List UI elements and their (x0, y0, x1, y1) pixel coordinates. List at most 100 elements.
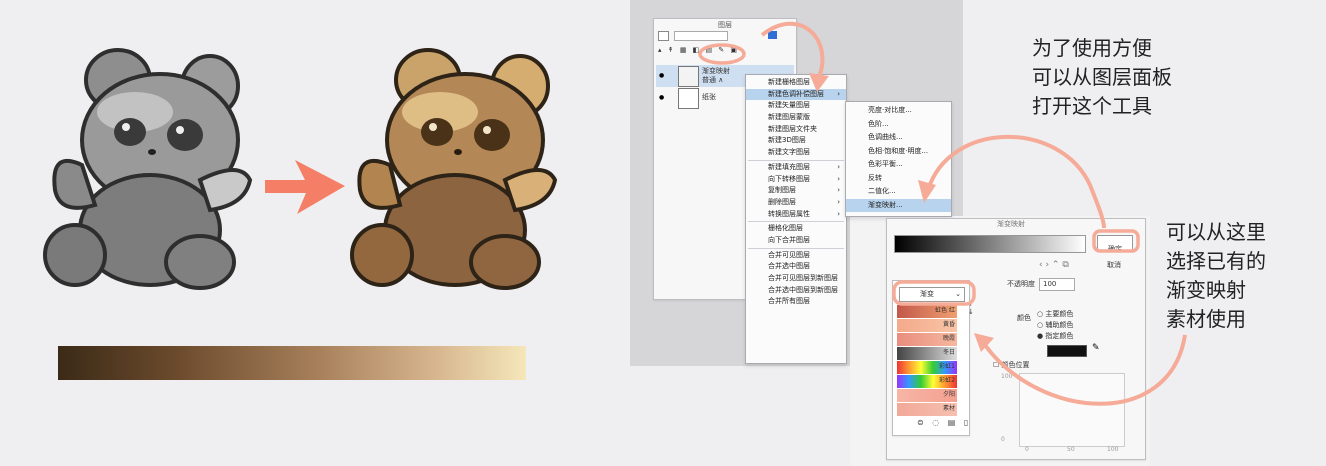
radio-main-color[interactable]: ○ 主要颜色 (1037, 311, 1073, 318)
layer-name: 纸张 (702, 93, 716, 101)
cancel-button[interactable]: 取消 (1097, 252, 1131, 269)
gradient-set-label: 渐变 (920, 290, 934, 298)
gradient-material-item[interactable]: 夕阳 (897, 389, 957, 402)
context-menu-item[interactable]: 新建文字图层 (746, 147, 846, 159)
ok-button[interactable]: 确定 (1097, 235, 1133, 253)
note2-line3: 渐变映射 (1166, 278, 1246, 302)
submenu-item-label: 渐变映射... (868, 200, 903, 209)
brown-bear-image (350, 48, 558, 290)
submenu-item[interactable]: 色调曲线... (846, 131, 951, 145)
menu-item-label: 新建矢量图层 (768, 101, 810, 110)
context-menu-item[interactable]: 新建色调补偿图层 › (746, 88, 846, 101)
submenu-item[interactable]: 色彩平衡... (846, 158, 951, 172)
color-swatch[interactable] (1047, 345, 1087, 357)
curve-area[interactable] (1019, 373, 1125, 447)
material-item-label: 晚霞 (942, 335, 955, 342)
radio-sub-label: 辅助颜色 (1045, 321, 1074, 329)
gradient-set-list: 渐变 ⌄ 虹色 红黄昏晚霞冬日彩虹1 彩虹2 夕阳 素材 ⊜ ◌ ▤ ▯ (892, 280, 970, 436)
note-layer-panel: 为了使用方便 可以从图层面板 打开这个工具 (1032, 34, 1172, 121)
context-menu-item[interactable]: 合并可见图层到新图层 (746, 273, 846, 285)
menu-item-label: 复制图层 (768, 186, 796, 195)
gradient-material-list: 虹色 红黄昏晚霞冬日彩虹1 彩虹2 夕阳 素材 (897, 305, 957, 416)
color-position-checkbox[interactable]: ☐ 颜色位置 (993, 362, 1030, 369)
curve-axis-top: 100 (1001, 373, 1013, 380)
material-item-label: 虹色 红 (935, 307, 955, 314)
context-menu-item[interactable]: 转换图层属性 › (746, 209, 846, 221)
menu-separator (748, 221, 844, 223)
gradient-material-item[interactable]: 黄昏 (897, 319, 957, 332)
submenu-arrow-icon: › (837, 174, 840, 183)
note1-line1: 为了使用方便 (1032, 36, 1152, 60)
submenu-arrow-icon: › (837, 89, 840, 98)
eyedropper-icon[interactable]: ✎ (1092, 343, 1100, 353)
lock-icon[interactable] (768, 31, 777, 39)
menu-item-label: 栅格化图层 (768, 224, 803, 233)
color-label: 颜色 (1017, 314, 1031, 322)
context-menu-item[interactable]: 新建矢量图层 (746, 100, 846, 112)
layer-thumb (678, 88, 699, 109)
radio-spec-label: 指定颜色 (1045, 332, 1074, 340)
opacity-field[interactable] (674, 31, 728, 41)
context-menu-item[interactable]: 新建填充图层 › (746, 162, 846, 174)
submenu-arrow-icon: › (837, 197, 840, 206)
layer-panel-toolbar (658, 31, 792, 41)
context-menu-item[interactable]: 新建栅格图层 (746, 77, 846, 89)
menu-item-label: 新建色调补偿图层 (768, 89, 824, 98)
gradient-material-item[interactable]: 冬日 (897, 347, 957, 360)
layer-panel-title: 图层 (718, 21, 732, 29)
eye-icon[interactable]: ● (659, 94, 664, 101)
illustration-area (43, 48, 558, 380)
gradient-material-item[interactable]: 虹色 红 (897, 305, 957, 318)
submenu-item[interactable]: 反转 (846, 172, 951, 186)
material-toolbar-icons[interactable]: ⊜ ◌ ▤ ▯ (917, 419, 971, 427)
context-menu-item[interactable]: 删除图层 › (746, 197, 846, 209)
color-position-label: 颜色位置 (1001, 361, 1030, 369)
radio-spec-color[interactable]: ● 指定颜色 (1037, 333, 1073, 340)
menu-separator (748, 159, 844, 161)
context-menu-item[interactable]: 向下合并图层 (746, 235, 846, 247)
gradient-set-dropdown[interactable]: 渐变 ⌄ (899, 287, 965, 302)
submenu-item[interactable]: 二值化... (846, 185, 951, 199)
submenu-item[interactable]: 渐变映射... (846, 198, 951, 212)
curve-axis-bottom: 0 (1001, 436, 1005, 443)
context-menu-item[interactable]: 合并选中图层到新图层 (746, 285, 846, 297)
gradient-nav-icons[interactable]: ‹ › ⌃ ⧉ (1039, 261, 1069, 270)
gradient-material-item[interactable]: 彩虹1 (897, 361, 957, 374)
eye-icon[interactable]: ● (659, 72, 664, 79)
context-menu-item[interactable]: 合并可见图层 (746, 250, 846, 262)
context-menu-item[interactable]: 新建图层文件夹 (746, 124, 846, 136)
layer-blend: 普通 ∧ (702, 76, 724, 84)
gradient-material-item[interactable]: 彩虹2 (897, 375, 957, 388)
context-menu-item[interactable]: 合并所有图层 (746, 296, 846, 308)
submenu-item[interactable]: 色相·饱和度·明度... (846, 145, 951, 159)
submenu-item[interactable]: 亮度·对比度... (846, 104, 951, 118)
gradient-material-item[interactable]: 晚霞 (897, 333, 957, 346)
gradient-material-item[interactable]: 素材 (897, 403, 957, 416)
context-menu-item[interactable]: 新建图层蒙版 (746, 112, 846, 124)
menu-item-label: 新建栅格图层 (768, 78, 810, 86)
note-material-select: 可以从这里 选择已有的 渐变映射 素材使用 (1166, 218, 1266, 334)
opacity-field[interactable]: 100 (1039, 278, 1075, 291)
menu-item-label: 合并可见图层 (768, 250, 810, 259)
blend-mode-dropdown[interactable] (658, 31, 669, 41)
note2-line1: 可以从这里 (1166, 220, 1266, 244)
submenu-arrow-icon: › (837, 162, 840, 171)
tone-correction-submenu: 亮度·对比度... 色阶... 色调曲线... 色相·饱和度·明度... 色彩平衡...… (845, 101, 952, 217)
layer-name: 渐变映射 (702, 67, 730, 75)
context-menu-item[interactable]: 栅格化图层 (746, 223, 846, 235)
material-item-label: 彩虹2 (939, 377, 955, 384)
material-item-label: 冬日 (942, 349, 955, 356)
material-item-label: 黄昏 (942, 321, 955, 328)
note1-line3: 打开这个工具 (1032, 94, 1152, 118)
submenu-arrow-icon: › (837, 209, 840, 218)
context-menu-item[interactable]: 新建3D图层 (746, 135, 846, 147)
gray-bear-image (43, 48, 253, 290)
context-menu-item[interactable]: 复制图层 › (746, 185, 846, 197)
menu-item-label: 转换图层属性 (768, 209, 810, 218)
menu-item-label: 新建3D图层 (768, 136, 806, 145)
submenu-item[interactable]: 色阶... (846, 118, 951, 132)
context-menu-item[interactable]: 向下转移图层 › (746, 174, 846, 186)
radio-sub-color[interactable]: ○ 辅助颜色 (1037, 322, 1073, 329)
layer-tool-icons[interactable]: ▴ ↟ ▦ ◧ ▤ ✎ ▣ (658, 46, 739, 54)
context-menu-item[interactable]: 合并选中图层 (746, 261, 846, 273)
